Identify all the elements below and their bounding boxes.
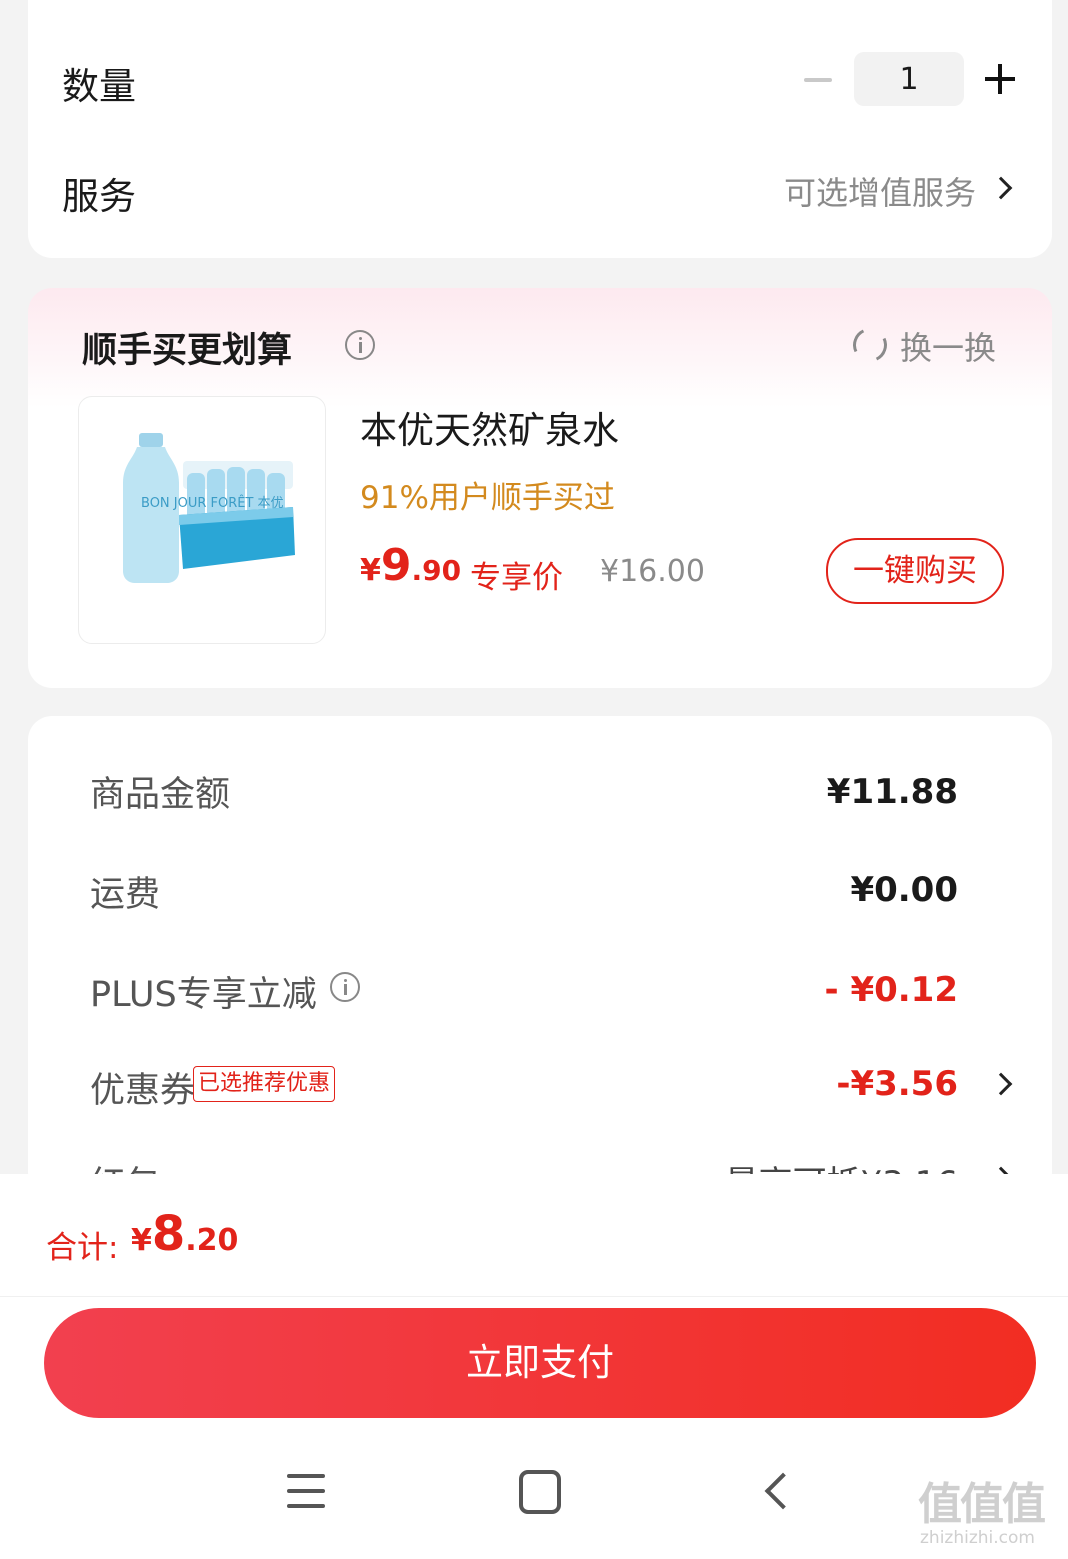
quantity-label: 数量 <box>62 65 136 108</box>
product-price-dec: .90 <box>411 554 462 587</box>
quantity-decrement-button[interactable] <box>804 78 832 82</box>
chevron-right-icon[interactable] <box>989 1072 1013 1096</box>
total-price: ¥8.20 <box>131 1206 238 1262</box>
recent-apps-icon[interactable] <box>287 1472 325 1510</box>
product-purchase-tip: 91%用户顺手买过 <box>360 480 615 516</box>
plus-discount-label: PLUS专享立减 <box>90 975 317 1015</box>
recommend-title: 顺手买更划算 <box>82 331 293 371</box>
product-price-int: 9 <box>380 540 412 591</box>
shipping-label: 运费 <box>90 875 161 915</box>
quantity-input[interactable]: 1 <box>854 52 964 106</box>
original-price: ¥16.00 <box>600 554 705 589</box>
quantity-service-card <box>28 0 1052 258</box>
service-value[interactable]: 可选增值服务 <box>784 168 976 214</box>
swap-button[interactable]: 换一换 <box>900 323 996 369</box>
total-currency: ¥ <box>131 1223 152 1258</box>
service-label: 服务 <box>62 175 136 218</box>
water-bottle-pack-icon: BON JOUR FORÊT 本优 <box>123 433 295 583</box>
exclusive-price-label: 专享价 <box>470 560 563 596</box>
watermark-url: zhizhizhi.com <box>920 1528 1035 1548</box>
watermark-logo: 值值值 zhizhizhi.com <box>918 1468 1063 1553</box>
divider <box>0 1296 1068 1297</box>
total-label: 合计: <box>46 1230 119 1266</box>
price-summary-card: 商品金额 ¥11.88 运费 ¥0.00 PLUS专享立减 - ¥0.12 优惠… <box>28 716 1052 1196</box>
product-image[interactable]: BON JOUR FORÊT 本优 <box>78 396 326 644</box>
total-int: 8 <box>151 1206 186 1262</box>
product-image-label: BON JOUR FORÊT 本优 <box>141 495 284 511</box>
product-price-currency: ¥ <box>360 553 381 588</box>
product-price: ¥9.90 <box>360 540 461 591</box>
one-click-buy-button[interactable]: 一键购买 <box>826 538 1004 604</box>
home-icon[interactable] <box>519 1470 561 1514</box>
goods-amount-label: 商品金额 <box>90 775 231 815</box>
info-icon[interactable] <box>330 972 360 1002</box>
coupon-value[interactable]: -¥3.56 <box>836 1064 958 1104</box>
info-icon[interactable] <box>345 330 375 360</box>
coupon-label: 优惠券 <box>90 1071 196 1111</box>
watermark-text: 值值值 <box>918 1479 1046 1530</box>
total-dec: .20 <box>185 1223 239 1258</box>
plus-discount-value: - ¥0.12 <box>824 970 959 1010</box>
quantity-increment-button[interactable] <box>985 64 1015 94</box>
shipping-value: ¥0.00 <box>850 870 958 910</box>
goods-amount-value: ¥11.88 <box>826 772 958 812</box>
product-name[interactable]: 本优天然矿泉水 <box>360 400 619 454</box>
coupon-recommended-badge: 已选推荐优惠 <box>193 1066 336 1102</box>
pay-now-button[interactable]: 立即支付 <box>44 1308 1036 1418</box>
